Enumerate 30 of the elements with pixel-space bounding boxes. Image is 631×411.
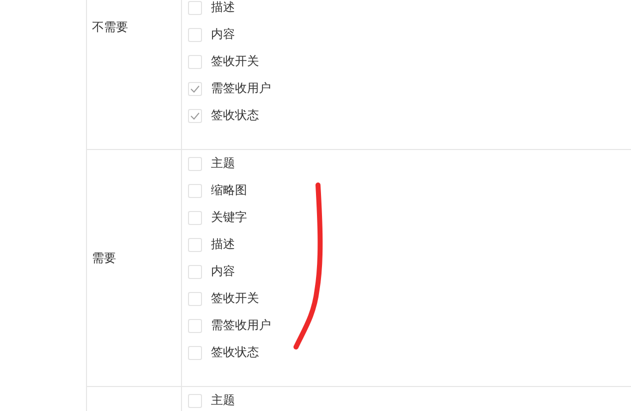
- checkbox-label: 内容: [211, 263, 235, 280]
- checkbox-label: 签收状态: [211, 344, 259, 361]
- checkbox-label: 需签收用户: [211, 80, 271, 97]
- checkbox[interactable]: [188, 318, 202, 332]
- checkbox[interactable]: [188, 82, 202, 96]
- checkbox-label: 签收状态: [211, 107, 259, 124]
- checkbox[interactable]: [188, 346, 202, 360]
- checkbox-label: 缩略图: [211, 182, 247, 199]
- checkbox[interactable]: [188, 156, 202, 170]
- checkbox[interactable]: [188, 238, 202, 252]
- checkbox[interactable]: [188, 108, 202, 122]
- checkbox[interactable]: [188, 210, 202, 224]
- checkbox[interactable]: [188, 0, 202, 14]
- checkbox[interactable]: [188, 54, 202, 68]
- checkbox-label: 需签收用户: [211, 317, 271, 334]
- checkbox-label: 签收开关: [211, 53, 259, 70]
- checkbox-label: 主题: [211, 155, 235, 172]
- checkbox-label: 主题: [211, 392, 235, 409]
- checkbox[interactable]: [188, 394, 202, 408]
- row-label: 需要: [92, 250, 116, 266]
- checkbox-label: 关键字: [211, 209, 247, 226]
- row-label: 不需要: [92, 19, 128, 36]
- checkbox-label: 签收开关: [211, 290, 259, 307]
- checkbox-label: 内容: [211, 26, 235, 43]
- checkbox[interactable]: [188, 184, 202, 198]
- checkbox[interactable]: [188, 292, 202, 306]
- checkbox[interactable]: [188, 264, 202, 278]
- checkbox-label: 描述: [211, 236, 235, 253]
- checkbox[interactable]: [188, 28, 202, 42]
- checkbox-label: 描述: [211, 0, 235, 16]
